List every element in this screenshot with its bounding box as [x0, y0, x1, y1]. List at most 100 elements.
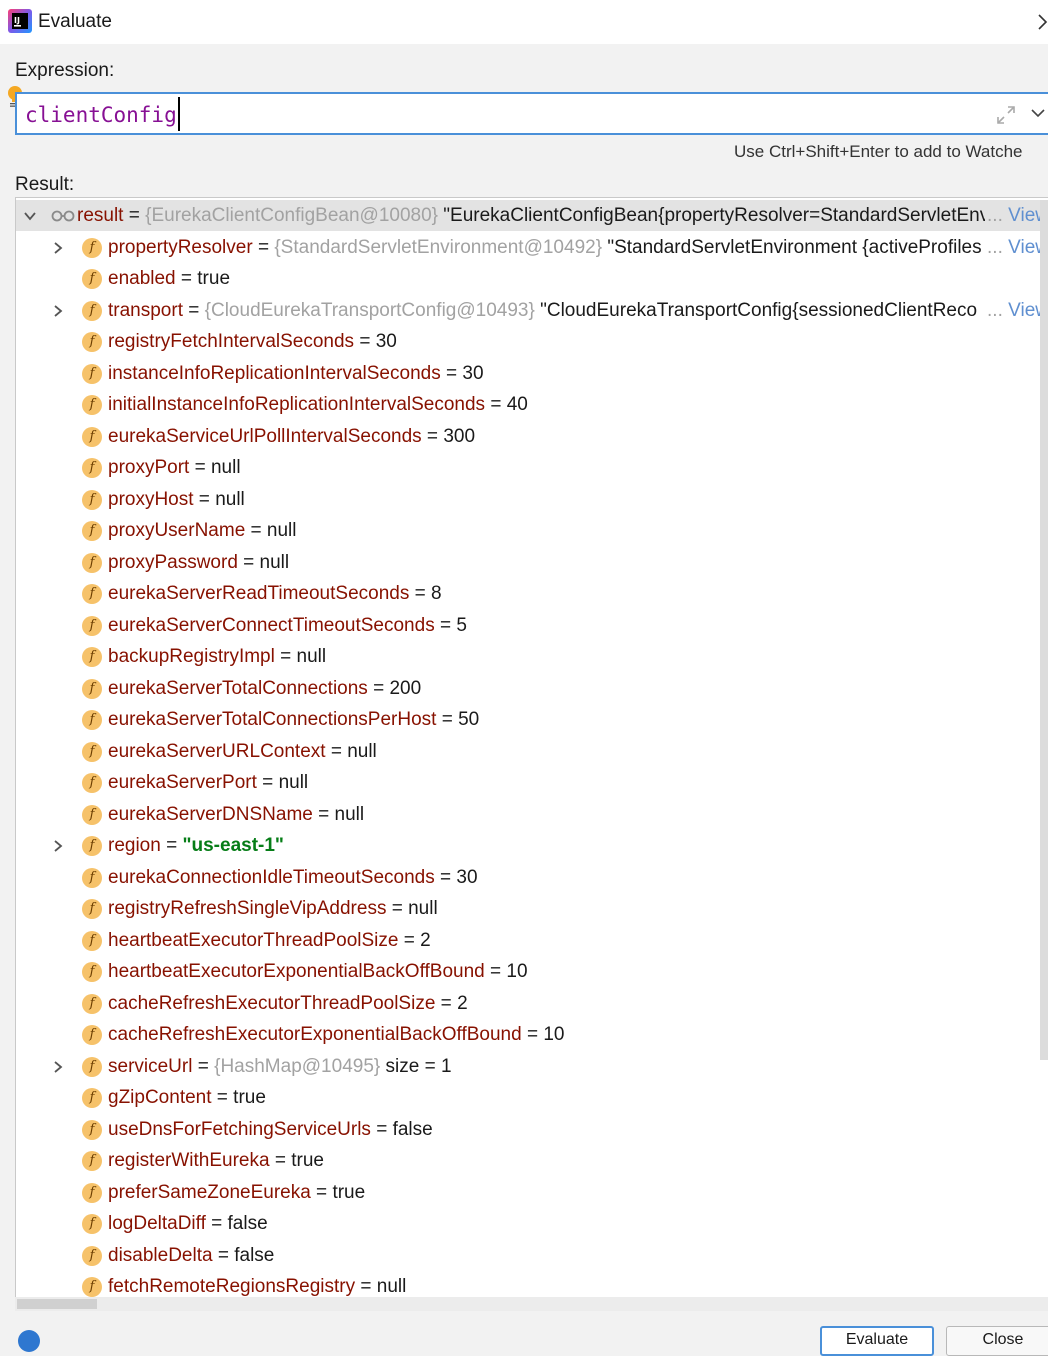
tree-row[interactable]: f proxyPassword = null: [16, 547, 1048, 578]
chevron-right-icon[interactable]: [52, 839, 64, 853]
tree-row[interactable]: f eurekaServerDNSName = null: [16, 799, 1048, 830]
field-entry: registryFetchIntervalSeconds = 30: [108, 331, 397, 352]
tree-row[interactable]: f cacheRefreshExecutorExponentialBackOffB…: [16, 1019, 1048, 1050]
field-value: false: [234, 1244, 275, 1266]
chevron-down-icon[interactable]: [1030, 107, 1046, 119]
chevron-right-icon[interactable]: [52, 304, 64, 318]
field-entry: heartbeatExecutorExponentialBackOffBound…: [108, 961, 528, 982]
field-value: 30: [462, 362, 484, 384]
field-name: proxyHost: [108, 488, 194, 510]
result-root-row[interactable]: result = {EurekaClientConfigBean@10080} …: [16, 200, 1048, 231]
field-f-icon: f: [82, 1245, 102, 1266]
horizontal-scrollbar[interactable]: [15, 1297, 1048, 1311]
tree-row[interactable]: f registerWithEureka = true: [16, 1145, 1048, 1176]
tree-row[interactable]: f logDeltaDiff = false: [16, 1208, 1048, 1239]
tree-row[interactable]: f eurekaServerTotalConnections = 200: [16, 673, 1048, 704]
field-value: size = 1: [385, 1055, 452, 1077]
field-value: true: [233, 1087, 266, 1108]
tree-row[interactable]: f eurekaServiceUrlPollIntervalSeconds = 3…: [16, 421, 1048, 452]
field-name: fetchRemoteRegionsRegistry: [108, 1276, 356, 1297]
field-value: 8: [431, 583, 442, 604]
tree-row[interactable]: f gZipContent = true: [16, 1082, 1048, 1113]
field-entry: eurekaServerPort = null: [108, 772, 309, 793]
field-value: false: [227, 1213, 268, 1234]
result-reference: {EurekaClientConfigBean@10080}: [145, 205, 439, 226]
field-f-icon: f: [82, 1277, 102, 1297]
field-entry: backupRegistryImpl = null: [108, 646, 327, 667]
tree-row[interactable]: f heartbeatExecutorThreadPoolSize = 2: [16, 925, 1048, 956]
chevron-right-icon[interactable]: [1037, 11, 1048, 33]
tree-row[interactable]: f eurekaServerTotalConnectionsPerHost = 5…: [16, 704, 1048, 735]
tree-row[interactable]: f transport = {CloudEurekaTransportConfig…: [16, 294, 1048, 326]
tree-row[interactable]: f enabled = true: [16, 263, 1048, 294]
tree-row[interactable]: f registryFetchIntervalSeconds = 30: [16, 326, 1048, 357]
field-f-icon: f: [82, 1119, 102, 1140]
field-value: null: [347, 740, 377, 762]
title-bar: IJ Evaluate: [0, 0, 1048, 44]
field-value: 5: [456, 614, 467, 636]
chevron-down-icon[interactable]: [23, 209, 37, 223]
tree-row[interactable]: f eurekaServerPort = null: [16, 767, 1048, 798]
expand-icon[interactable]: [995, 104, 1017, 126]
field-value: true: [291, 1150, 324, 1171]
close-button[interactable]: Close: [946, 1326, 1048, 1356]
field-name: useDnsForFetchingServiceUrls: [108, 1118, 371, 1140]
field-f-icon: f: [82, 962, 102, 982]
field-entry: registryRefreshSingleVipAddress = null: [108, 898, 438, 919]
tree-row[interactable]: f proxyHost = null: [16, 484, 1048, 515]
chevron-right-icon[interactable]: [52, 1060, 64, 1074]
tree-row[interactable]: f preferSameZoneEureka = true: [16, 1177, 1048, 1208]
result-label: Result:: [15, 174, 75, 195]
field-entry: eurekaServiceUrlPollIntervalSeconds = 30…: [108, 425, 476, 447]
field-name: logDeltaDiff: [108, 1213, 206, 1234]
field-entry: preferSameZoneEureka = true: [108, 1181, 366, 1203]
expression-text[interactable]: clientConfig: [25, 103, 177, 127]
tree-row[interactable]: f eurekaServerURLContext = null: [16, 736, 1048, 767]
result-tree[interactable]: result = {EurekaClientConfigBean@10080} …: [15, 197, 1048, 1309]
field-entry: eurekaServerDNSName = null: [108, 803, 365, 825]
tree-row[interactable]: f eurekaServerConnectTimeoutSeconds = 5: [16, 610, 1048, 641]
tree-row[interactable]: f proxyPort = null: [16, 452, 1048, 483]
chevron-right-icon[interactable]: [52, 241, 64, 255]
view-link[interactable]: ... View: [985, 294, 1048, 326]
tree-row[interactable]: f instanceInfoReplicationIntervalSeconds …: [16, 358, 1048, 389]
tree-row[interactable]: f eurekaServerReadTimeoutSeconds = 8: [16, 578, 1048, 609]
tree-row[interactable]: f registryRefreshSingleVipAddress = null: [16, 893, 1048, 924]
tree-row[interactable]: f eurekaConnectionIdleTimeoutSeconds = 30: [16, 862, 1048, 893]
evaluate-button[interactable]: Evaluate: [820, 1326, 934, 1356]
field-f-icon: f: [82, 741, 102, 762]
tree-row[interactable]: f backupRegistryImpl = null: [16, 641, 1048, 672]
field-entry: heartbeatExecutorThreadPoolSize = 2: [108, 929, 431, 951]
field-entry: eurekaConnectionIdleTimeoutSeconds = 30: [108, 866, 478, 888]
text-caret: [178, 97, 180, 131]
field-f-icon: f: [82, 300, 102, 321]
field-f-icon: f: [82, 804, 102, 825]
field-entry: cacheRefreshExecutorExponentialBackOffBo…: [108, 1024, 565, 1045]
tree-row[interactable]: f region = "us-east-1": [16, 830, 1048, 861]
field-f-icon: f: [82, 678, 102, 699]
field-value: 10: [506, 961, 528, 982]
result-string: "EurekaClientConfigBean{propertyResolver…: [443, 205, 990, 226]
tree-row[interactable]: f cacheRefreshExecutorThreadPoolSize = 2: [16, 988, 1048, 1019]
tree-row[interactable]: f heartbeatExecutorExponentialBackOffBoun…: [16, 956, 1048, 987]
expression-input[interactable]: clientConfig: [15, 92, 1048, 135]
vertical-scrollbar[interactable]: [1040, 200, 1048, 1060]
tree-row[interactable]: f proxyUserName = null: [16, 515, 1048, 546]
field-f-icon: f: [82, 521, 102, 541]
tree-row[interactable]: f useDnsForFetchingServiceUrls = false: [16, 1114, 1048, 1145]
field-f-icon: f: [82, 1151, 102, 1171]
field-f-icon: f: [82, 647, 102, 667]
help-icon[interactable]: [18, 1330, 40, 1352]
tree-row[interactable]: f serviceUrl = {HashMap@10495} size = 1: [16, 1051, 1048, 1082]
field-name: eurekaServerURLContext: [108, 740, 326, 762]
view-link[interactable]: ... View: [985, 231, 1048, 263]
view-link[interactable]: ... View: [985, 200, 1048, 231]
svg-text:IJ: IJ: [14, 16, 20, 25]
tree-row[interactable]: f initialInstanceInfoReplicationIntervalS…: [16, 389, 1048, 420]
horizontal-scrollbar-thumb[interactable]: [17, 1299, 97, 1309]
field-f-icon: f: [82, 836, 102, 856]
field-value: null: [259, 551, 290, 573]
field-name: region: [108, 835, 161, 856]
tree-row[interactable]: f propertyResolver = {StandardServletEnvi…: [16, 231, 1048, 263]
tree-row[interactable]: f disableDelta = false: [16, 1240, 1048, 1271]
